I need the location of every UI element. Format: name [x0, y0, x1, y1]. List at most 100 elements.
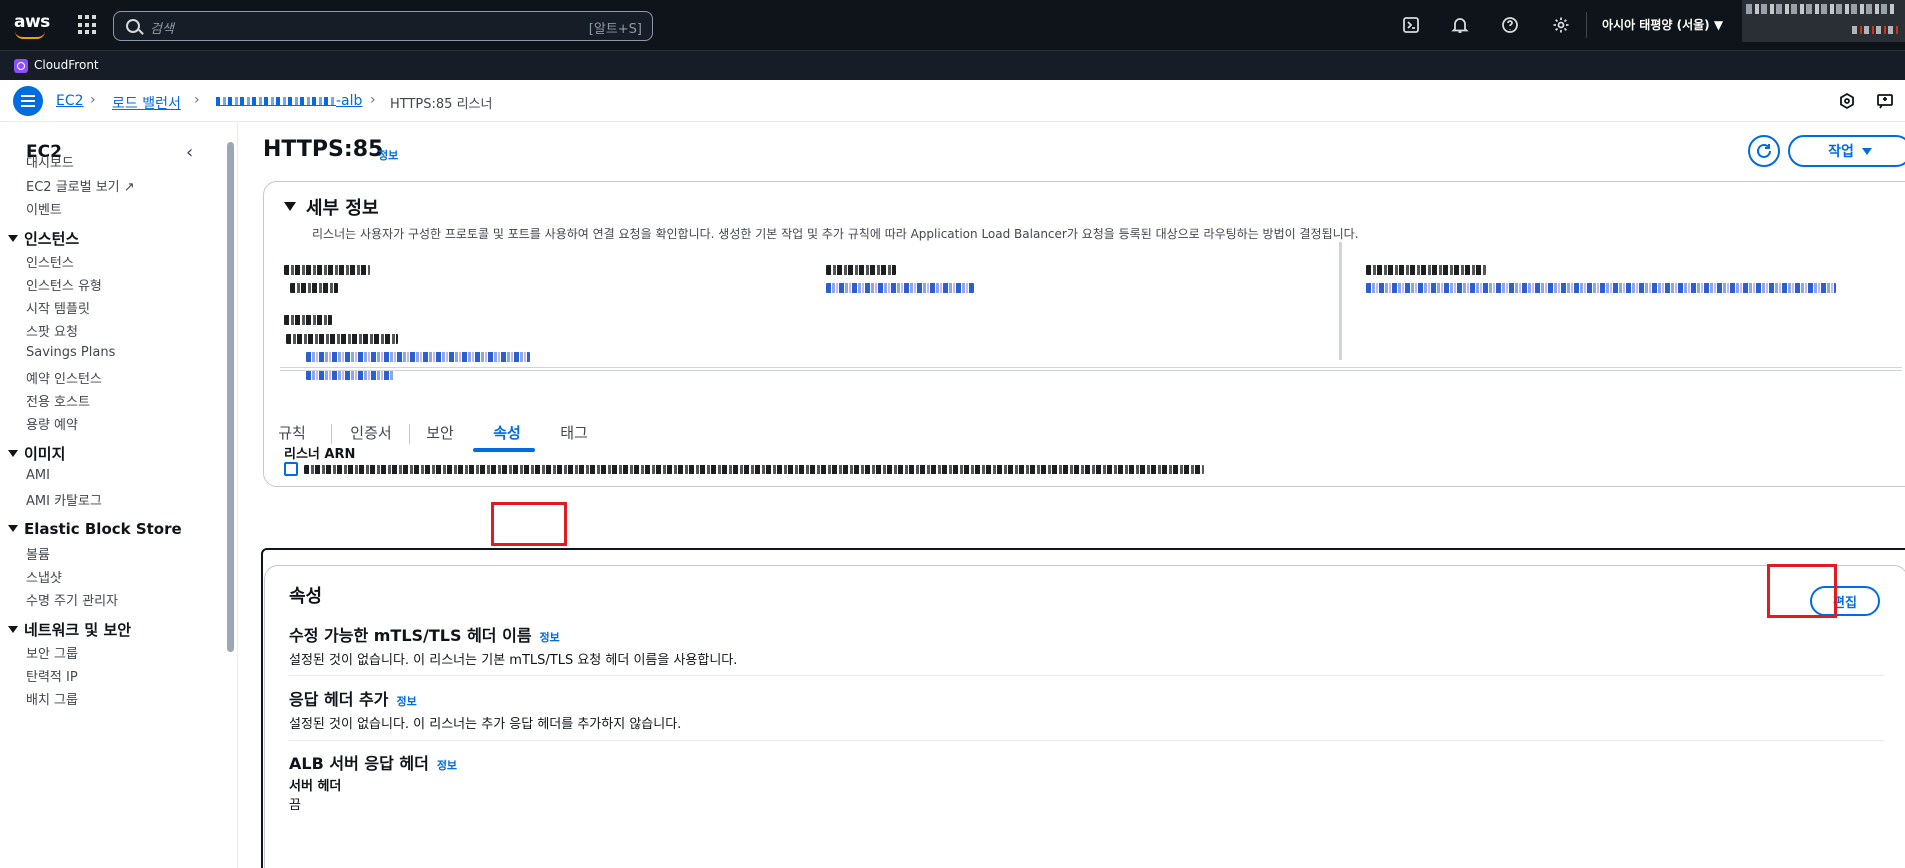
blurred-link[interactable] — [1366, 283, 1836, 293]
breadcrumb-load-balancer[interactable]: -alb — [336, 93, 362, 109]
section-divider — [289, 740, 1885, 741]
sidebar-item-spot-requests[interactable]: 스팟 요청 — [26, 321, 78, 340]
collapse-chevron-icon[interactable]: ‹ — [186, 142, 193, 163]
cloudfront-icon — [14, 59, 28, 73]
blurred-value — [290, 283, 338, 293]
info-link[interactable]: 정보 — [540, 631, 560, 644]
sidebar-item-label: EC2 글로벌 보기 — [26, 180, 120, 195]
alb-server-header-title: ALB 서버 응답 헤더 정보 — [289, 750, 457, 774]
tab-rules[interactable]: 규칙 — [263, 412, 321, 452]
tab-certificates[interactable]: 인증서 — [333, 412, 409, 452]
blurred-label — [826, 265, 896, 275]
main-content: HTTPS:85 정보 작업 세부 정보 리스너는 사용자가 구성한 프로토콜 … — [240, 122, 1905, 868]
info-link[interactable]: 정보 — [396, 695, 416, 708]
refresh-icon — [1757, 143, 1771, 158]
account-menu[interactable] — [1742, 0, 1905, 42]
tab-tags[interactable]: 태그 — [545, 412, 603, 452]
sidebar-item-volumes[interactable]: 볼륨 — [26, 544, 50, 563]
column-divider — [1339, 242, 1342, 360]
section-title-text: 응답 헤더 추가 — [289, 690, 389, 709]
tab-security[interactable]: 보안 — [411, 412, 469, 452]
breadcrumb-separator: › — [90, 92, 96, 108]
caret-down-icon — [284, 202, 296, 211]
nav-divider — [1586, 12, 1587, 38]
sidebar-item-instance-types[interactable]: 인스턴스 유형 — [26, 275, 102, 294]
blurred-link[interactable] — [306, 370, 394, 380]
sidebar-scrollbar[interactable] — [225, 124, 235, 868]
blurred-link[interactable] — [826, 283, 974, 293]
copy-icon[interactable] — [284, 462, 298, 476]
search-shortcut: [알트+S] — [588, 22, 642, 37]
sidebar-item-dedicated-hosts[interactable]: 전용 호스트 — [26, 391, 90, 410]
sidebar-section-network-security[interactable]: 네트워크 및 보안 — [8, 619, 131, 640]
service-bar: CloudFront — [0, 50, 1905, 80]
breadcrumb: EC2 › 로드 밸런서 › -alb › HTTPS:85 리스너 — [0, 80, 1905, 122]
sidebar-item-instances[interactable]: 인스턴스 — [26, 252, 74, 271]
sidebar-item-ami[interactable]: AMI — [26, 468, 50, 483]
sidebar-item-launch-templates[interactable]: 시작 템플릿 — [26, 298, 90, 317]
services-grid-icon[interactable] — [78, 15, 98, 35]
breadcrumb-load-balancers[interactable]: 로드 밸런서 — [112, 93, 181, 113]
hexagon-icon[interactable] — [1838, 92, 1856, 110]
sidebar-section-ebs[interactable]: Elastic Block Store — [8, 520, 182, 538]
breadcrumb-current: HTTPS:85 리스너 — [390, 97, 493, 112]
caret-down-icon — [8, 235, 18, 242]
actions-label: 작업 — [1828, 144, 1854, 160]
bell-icon[interactable] — [1449, 14, 1471, 36]
section-label: Elastic Block Store — [24, 520, 182, 538]
mtls-header-title: 수정 가능한 mTLS/TLS 헤더 이름 정보 — [289, 622, 560, 646]
help-icon[interactable] — [1499, 14, 1521, 36]
blurred-link[interactable] — [306, 352, 530, 362]
top-navigation: aws 검색 [알트+S] 아시아 태평양 (서울) ▼ — [0, 0, 1905, 50]
side-menu-button[interactable] — [13, 86, 43, 116]
breadcrumb-ec2[interactable]: EC2 — [56, 93, 84, 109]
active-tab-indicator — [473, 448, 535, 452]
sidebar-item-security-groups[interactable]: 보안 그룹 — [26, 643, 78, 662]
sidebar-item-placement-groups[interactable]: 배치 그룹 — [26, 689, 78, 708]
caret-down-icon — [8, 525, 18, 532]
section-divider — [280, 370, 1902, 371]
breadcrumb-load-balancer-name-blurred[interactable] — [216, 97, 336, 106]
sidebar-item-capacity-reservations[interactable]: 용량 예약 — [26, 414, 78, 433]
section-label: 네트워크 및 보안 — [24, 621, 132, 639]
sidebar-section-images[interactable]: 이미지 — [8, 443, 65, 464]
region-selector[interactable]: 아시아 태평양 (서울) ▼ — [1602, 16, 1723, 33]
sidebar-item-dashboard[interactable]: 대시보드 — [26, 152, 74, 171]
sidebar-item-savings-plans[interactable]: Savings Plans — [26, 345, 115, 360]
chevron-down-icon: ▼ — [1713, 18, 1724, 32]
search-icon — [126, 19, 140, 33]
caret-down-icon — [8, 626, 18, 633]
feedback-icon[interactable] — [1876, 92, 1894, 110]
sidebar-item-snapshots[interactable]: 스냅샷 — [26, 567, 62, 586]
edit-highlight-box — [1767, 564, 1837, 618]
page-info-link[interactable]: 정보 — [378, 147, 398, 163]
server-header-value: 끔 — [289, 798, 301, 813]
cloudshell-icon[interactable] — [1400, 14, 1422, 36]
section-divider — [289, 675, 1885, 676]
sidebar-section-instances[interactable]: 인스턴스 — [8, 228, 79, 249]
caret-down-icon — [8, 450, 18, 457]
aws-logo[interactable]: aws — [14, 12, 50, 39]
blurred-label — [284, 265, 370, 275]
tab-attributes[interactable]: 속성 — [473, 412, 541, 452]
blurred-value — [286, 334, 398, 344]
info-link[interactable]: 정보 — [437, 759, 457, 772]
sidebar-item-events[interactable]: 이벤트 — [26, 199, 62, 218]
sidebar-item-elastic-ips[interactable]: 탄력적 IP — [26, 666, 78, 685]
tab-divider — [409, 424, 410, 444]
breadcrumb-separator: › — [194, 92, 200, 108]
sidebar: EC2 ‹ 대시보드 EC2 글로벌 보기 ↗ 이벤트 인스턴스 인스턴스 인스… — [0, 122, 238, 868]
sidebar-item-ami-catalog[interactable]: AMI 카탈로그 — [26, 490, 102, 509]
service-shortcut-cloudfront[interactable]: CloudFront — [34, 58, 99, 72]
sidebar-item-lifecycle-manager[interactable]: 수명 주기 관리자 — [26, 590, 118, 609]
section-divider — [280, 367, 1902, 368]
gear-icon[interactable] — [1550, 14, 1572, 36]
attributes-title: 속성 — [289, 586, 323, 607]
details-heading-label: 세부 정보 — [306, 198, 379, 219]
sidebar-item-global-view[interactable]: EC2 글로벌 보기 ↗ — [26, 176, 135, 195]
refresh-button[interactable] — [1748, 135, 1780, 167]
details-heading[interactable]: 세부 정보 — [284, 194, 379, 220]
sidebar-item-reserved-instances[interactable]: 예약 인스턴스 — [26, 368, 102, 387]
search-input[interactable]: 검색 [알트+S] — [113, 11, 653, 41]
actions-button[interactable]: 작업 — [1788, 135, 1905, 167]
